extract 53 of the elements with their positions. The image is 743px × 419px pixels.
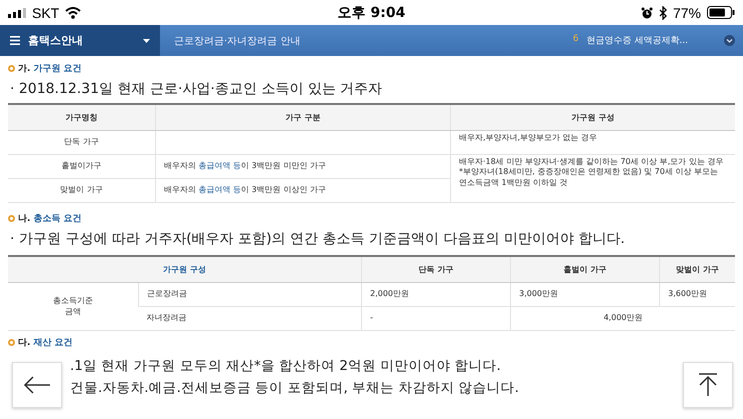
bullet-icon — [8, 214, 15, 222]
notice-ticker[interactable]: 6 현금영수증 세액공제확... — [572, 34, 688, 47]
bullet-icon — [8, 338, 15, 346]
column-header: 맞벌이 가구 — [660, 256, 735, 282]
lead-text: · 2018.12.31일 현재 근로·사업·종교인 소득이 있는 거주자 — [9, 80, 384, 99]
table-cell: 단독 가구 — [8, 130, 156, 154]
table-cell: 맞벌이 가구 — [8, 178, 156, 202]
column-header: 가구명칭 — [8, 104, 156, 130]
table-cell: 자녀장려금 — [138, 306, 362, 330]
section-title: 재산 요건 — [33, 336, 73, 348]
arrow-up-icon — [698, 373, 718, 397]
table-cell: 4,000만원 — [510, 306, 735, 330]
table-cell: 3,000만원 — [510, 282, 660, 306]
column-header: 가구 구분 — [156, 104, 450, 130]
table-cell: - — [362, 306, 511, 330]
body-text: .1일 현재 가구원 모두의 재산*을 합산하여 2억원 미만이어야 합니다. — [70, 357, 501, 376]
section-label: 가. — [18, 62, 30, 74]
section-label: 다. — [18, 336, 30, 348]
table-cell: 배우자,부양자녀,부양부모가 없는 경우 — [450, 130, 735, 154]
table-cell: 배우자·18세 미만 부양자녀·생계를 같이하는 70세 이상 부,모가 있는 경우 *부양자녀(18세미만, 중증장애인은 연령제한 없음) 및 70세 이상 부모는 연소득금액 1백만원 이하일 것 — [450, 154, 735, 202]
alarm-clock-icon — [640, 6, 653, 18]
column-header: 가구원 구성 — [8, 256, 362, 282]
caret-icon — [143, 38, 150, 42]
section-title: 총소득 요건 — [33, 212, 82, 224]
table-cell: 배우자의 총급여액 등이 3백만원 미만인 가구 — [156, 154, 450, 178]
column-header: 홑벌이 가구 — [510, 256, 660, 282]
table-cell: 3,600만원 — [660, 282, 735, 306]
battery-percent: 77% — [672, 4, 701, 20]
home-menu-button[interactable]: 홈택스안내 — [0, 25, 160, 56]
column-header: 가구원 구성 — [450, 104, 735, 130]
bullet-icon — [8, 64, 15, 72]
wifi-icon — [65, 6, 82, 18]
back-arrow-icon — [23, 376, 51, 394]
table-cell: 근로장려금 — [138, 282, 362, 306]
breadcrumb-link[interactable]: 근로장려금·자녀장려금 안내 — [160, 34, 573, 48]
section-title: 가구원 요건 — [33, 62, 82, 74]
column-header: 단독 가구 — [362, 256, 511, 282]
table-cell: 배우자의 총급여액 등이 3백만원 이상인 가구 — [156, 178, 450, 202]
battery-icon — [707, 6, 735, 19]
table-cell: 홑벌이가구 — [8, 154, 156, 178]
table-cell: 총소득기준 금액 — [8, 282, 138, 330]
menu-icon — [10, 36, 20, 45]
scroll-top-button[interactable] — [683, 362, 733, 408]
bluetooth-icon — [658, 6, 667, 20]
carrier-name: SKT — [32, 4, 60, 20]
signal-icon — [8, 8, 26, 18]
table-cell: 2,000만원 — [362, 282, 511, 306]
status-time: 오후 9:04 — [338, 4, 406, 22]
chevron-down-icon — [724, 35, 735, 46]
back-button[interactable] — [12, 362, 62, 408]
lead-text: · 가구원 구성에 따라 거주자(배우자 포함)의 연간 총소득 기준금액이 다음표의 미만이어야 합니다. — [9, 230, 626, 249]
body-text: 건물.자동차.예금.전세보증금 등이 포함되며, 부채는 차감하지 않습니다. — [70, 379, 519, 398]
section-label: 나. — [18, 212, 30, 224]
